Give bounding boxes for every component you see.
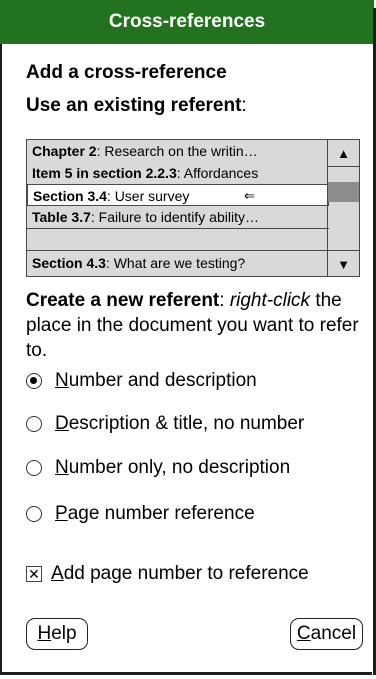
cancel-button[interactable]: Cancel bbox=[290, 618, 363, 650]
list-scrollbar[interactable]: ▲ ▼ bbox=[327, 140, 359, 276]
new-referent-hint: Create a new referent: right-click the p… bbox=[26, 290, 359, 361]
help-button[interactable]: Help bbox=[26, 618, 88, 650]
scroll-down-icon[interactable]: ▼ bbox=[328, 250, 359, 277]
scrollbar-thumb[interactable] bbox=[328, 182, 359, 202]
existing-referent-heading: Use an existing referent: bbox=[26, 95, 247, 116]
radio-page-number-reference[interactable]: Page number reference bbox=[26, 503, 255, 525]
radio-selected-icon[interactable] bbox=[26, 373, 42, 389]
radio-empty-icon[interactable] bbox=[26, 506, 42, 522]
radio-description-title-no-number[interactable]: Description & title, no number bbox=[26, 413, 304, 435]
cross-references-dialog: Cross-references Add a cross-reference U… bbox=[0, 0, 376, 675]
list-item[interactable]: Table 3.7: Failure to identify ability… bbox=[27, 206, 329, 228]
list-item[interactable]: Item 5 in section 2.2.3: Affordances bbox=[27, 162, 329, 184]
scroll-up-icon[interactable]: ▲ bbox=[328, 140, 359, 167]
list-item[interactable]: Section 4.3: What are we testing? bbox=[27, 252, 329, 274]
dialog-title: Cross-references bbox=[0, 0, 374, 44]
selection-arrow-icon: ⇐ bbox=[244, 188, 255, 203]
list-item-selected[interactable]: Section 3.4: User survey ⇐ bbox=[27, 184, 329, 206]
checkbox-checked-icon[interactable]: ✕ bbox=[26, 566, 42, 582]
add-cross-reference-heading: Add a cross-reference bbox=[26, 62, 227, 83]
referent-list[interactable]: Chapter 2: Research on the writin… Item … bbox=[26, 139, 360, 277]
radio-number-and-description[interactable]: Number and description bbox=[26, 370, 257, 392]
add-page-number-checkbox[interactable]: ✕ Add page number to reference bbox=[26, 563, 309, 585]
radio-number-only[interactable]: Number only, no description bbox=[26, 457, 290, 479]
radio-empty-icon[interactable] bbox=[26, 416, 42, 432]
list-item[interactable]: Chapter 2: Research on the writin… bbox=[27, 140, 329, 162]
radio-empty-icon[interactable] bbox=[26, 460, 42, 476]
